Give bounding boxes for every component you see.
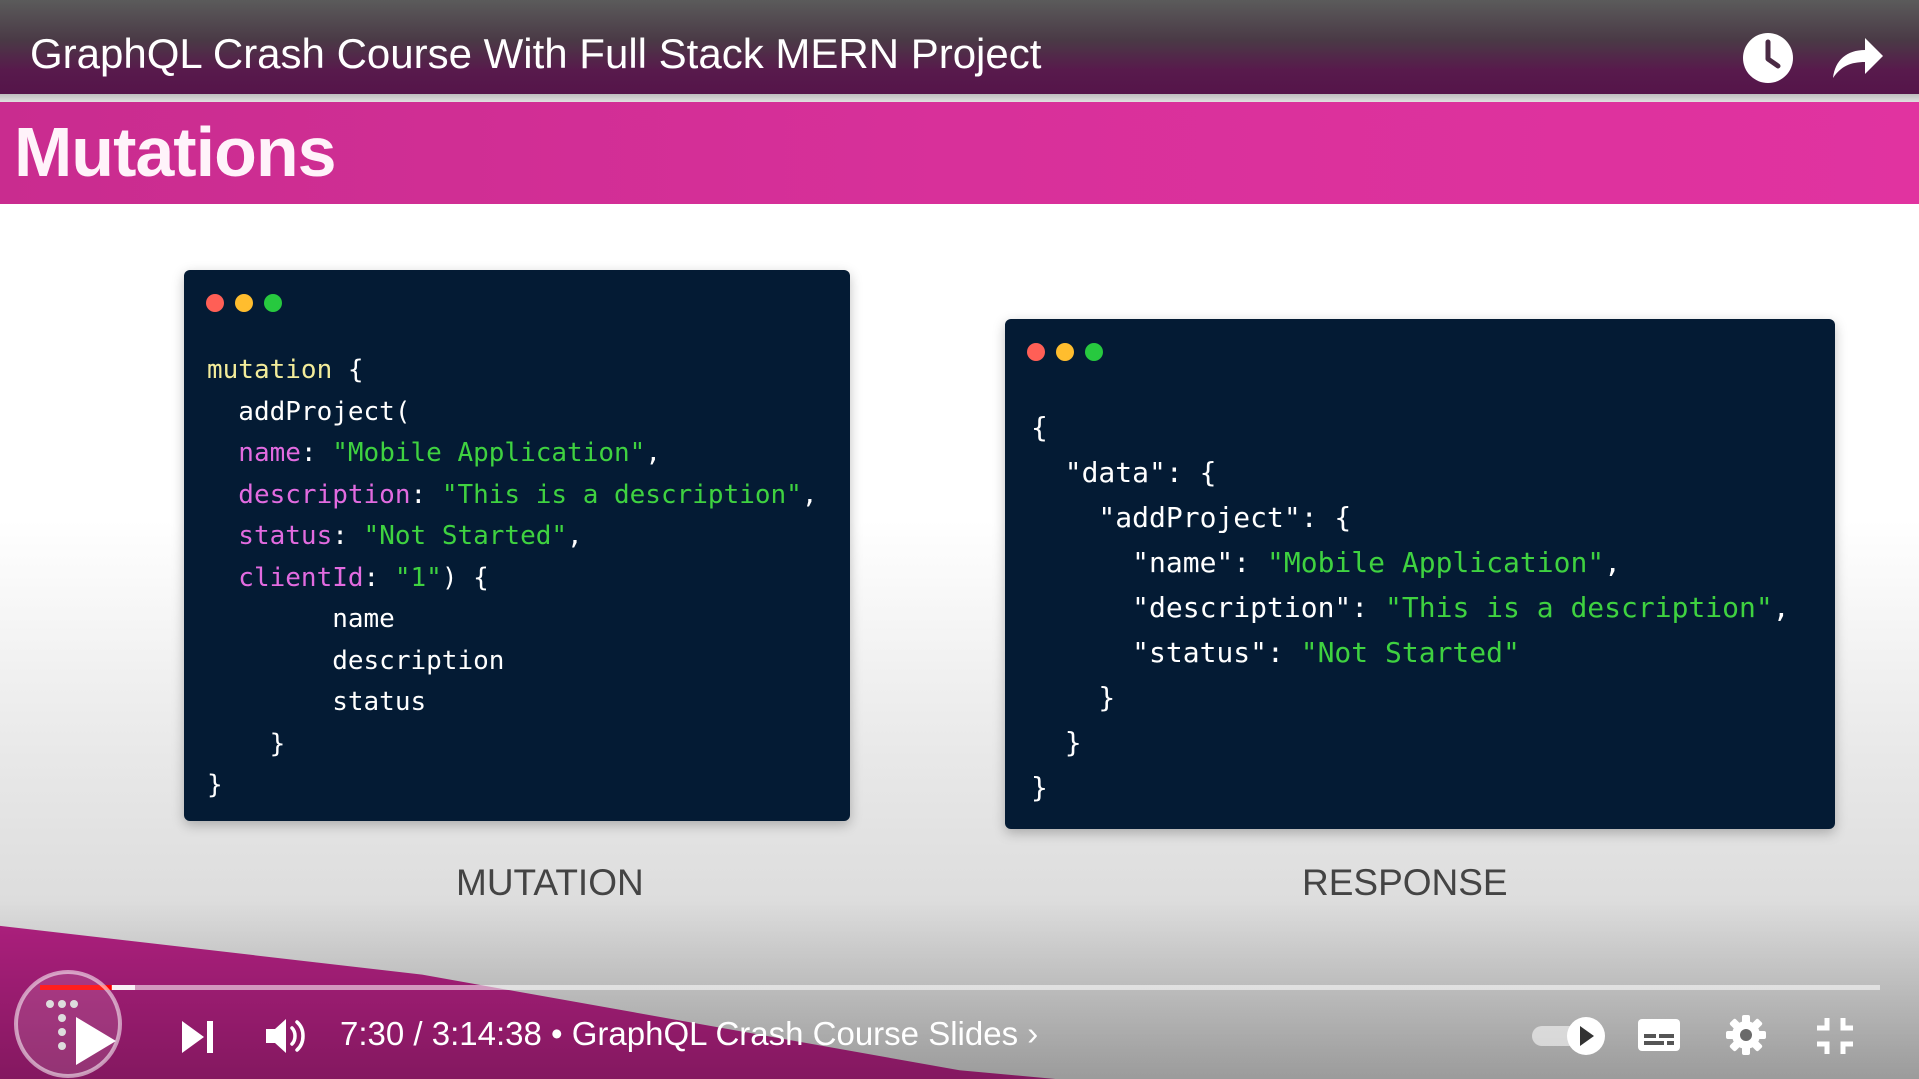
video-frame[interactable]: Mutations mutation { addProject( name: "… [0,0,1919,1079]
video-title[interactable]: GraphQL Crash Course With Full Stack MER… [30,30,1041,78]
code-token: , [567,521,583,551]
title-bar-divider [0,94,1919,102]
code-token: } [1031,681,1116,714]
code-line: status: "Not Started", [207,521,583,551]
play-icon[interactable] [72,1015,120,1067]
chapter-bullet: • [551,1015,563,1052]
code-line: addProject( [207,396,411,427]
code-token: name [207,438,301,468]
code-token: description [207,645,505,676]
code-line: description [207,646,504,676]
autoplay-toggle-icon[interactable] [1530,1014,1608,1058]
code-token: , [645,438,661,468]
code-line: "status": "Not Started" [1031,636,1520,669]
code-token: "1" [394,562,442,593]
code-token: : [300,438,333,468]
code-token: } [207,770,223,800]
code-line: "data": { [1031,456,1217,489]
code-token: : [363,562,395,593]
code-token: , [801,479,818,510]
code-line: { [1031,411,1048,444]
time-and-chapter: 7:30 / 3:14:38 • GraphQL Crash Course Sl… [340,1015,1038,1053]
exit-fullscreen-icon[interactable] [1815,1016,1855,1056]
current-time: 7:30 [340,1015,405,1052]
code-line: "name": "Mobile Application", [1031,546,1621,579]
code-line: } [207,728,286,759]
share-arrow-icon[interactable] [1827,28,1887,88]
code-token: "status": [1031,636,1301,669]
window-dot-red [1027,343,1045,361]
window-dot-yellow [1056,343,1074,361]
code-token: "addProject": { [1031,501,1352,534]
window-controls [1027,343,1103,361]
window-dot-yellow [235,294,253,312]
mutation-code: mutation { addProject( name: "Mobile App… [207,350,818,807]
code-token: status [207,687,427,717]
code-line: } [1031,726,1082,759]
code-token: "description": [1031,591,1386,624]
code-token: status [207,521,333,551]
progress-bar[interactable] [40,985,1880,990]
time-separator: / [404,1015,432,1052]
response-caption: RESPONSE [1302,862,1508,903]
mutation-code-window: mutation { addProject( name: "Mobile App… [184,270,850,821]
code-line: } [1031,681,1115,714]
code-token: name [207,604,395,634]
code-token: } [1031,726,1082,759]
code-token: "Mobile Application" [1267,546,1605,579]
code-line: } [207,770,223,800]
code-token: } [207,728,286,759]
code-token: mutation [207,355,333,385]
code-line: status [207,687,426,717]
duration: 3:14:38 [431,1015,542,1052]
code-token: "This is a description" [1385,591,1773,624]
chevron-right-icon[interactable]: › [1027,1015,1038,1052]
code-line: } [1031,771,1048,804]
chapter-title-button[interactable]: GraphQL Crash Course Slides [572,1015,1018,1052]
gear-icon[interactable] [1725,1014,1767,1056]
code-token: , [1772,591,1790,624]
slide-title: Mutations [14,113,337,191]
code-token: "name": [1031,546,1268,579]
code-token: ) { [441,562,489,593]
code-token: : [332,521,364,551]
captions-icon[interactable] [1636,1016,1682,1054]
volume-icon[interactable] [264,1016,308,1056]
progress-track [40,985,1880,990]
window-controls [206,294,282,312]
window-dot-green [264,294,282,312]
code-token: "Mobile Application" [332,438,646,468]
code-line: clientId: "1") { [207,563,489,593]
code-line: "addProject": { [1031,501,1351,534]
code-token: : [410,479,442,510]
code-token: { [1031,411,1048,444]
window-dot-green [1085,343,1103,361]
code-token: , [1604,546,1622,579]
code-token: "Not Started" [363,521,568,551]
code-token: "This is a description" [441,479,802,510]
code-line: "description": "This is a description", [1031,591,1790,624]
skip-next-icon[interactable] [180,1019,216,1055]
code-line: name: "Mobile Application", [207,438,661,468]
code-token: description [207,479,411,510]
response-code-window: { "data": { "addProject": { "name": "Mob… [1005,319,1835,829]
code-line: description: "This is a description", [207,479,818,510]
code-token: { [332,355,364,385]
code-line: name [207,604,395,634]
response-code: { "data": { "addProject": { "name": "Mob… [1031,405,1790,810]
code-token: "data": { [1031,456,1217,489]
window-dot-red [206,294,224,312]
clock-icon[interactable] [1738,28,1798,88]
code-token: } [1031,771,1048,804]
code-token: "Not Started" [1300,636,1520,669]
code-token: addProject( [207,396,411,427]
code-token: clientId [207,562,364,593]
mutation-caption: MUTATION [456,862,644,903]
code-line: mutation { [207,355,364,385]
